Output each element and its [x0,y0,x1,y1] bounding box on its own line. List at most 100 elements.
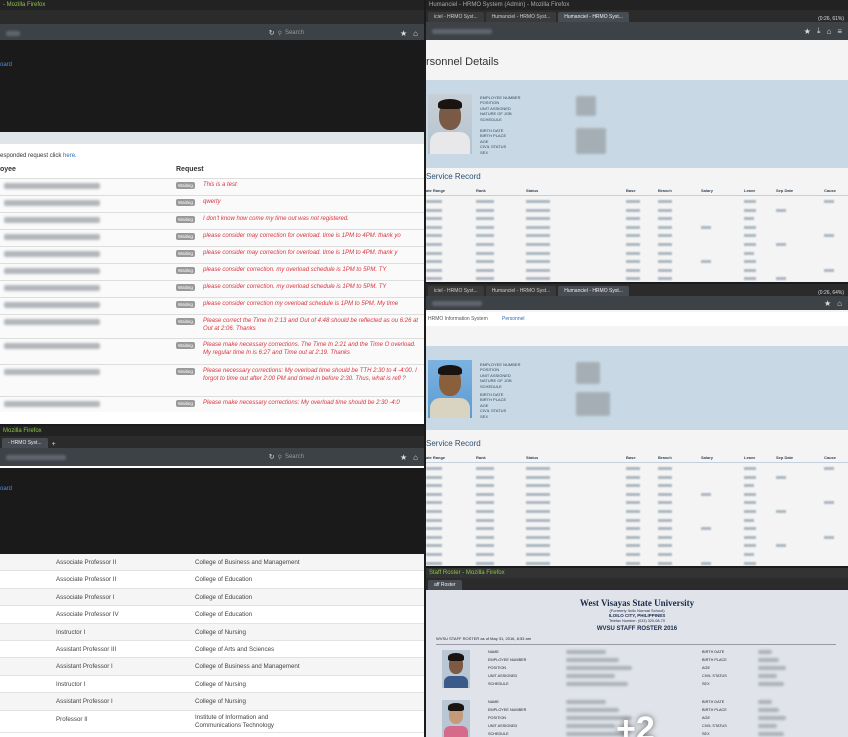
table-row[interactable]: Associate Professor II College of Educati… [0,571,424,589]
tab-2[interactable]: Humanciel - HRMO Syst... [485,12,557,22]
star-icon[interactable]: ★ [400,453,407,462]
search-placeholder: Search [284,454,304,460]
request-row[interactable]: Waiting Please make necessary corrections… [0,338,424,364]
url-bar[interactable] [432,300,482,306]
window-title: Mozilla Firefox [0,426,424,436]
university-sub3: Telefax Number: (033) 320-08-70 [609,619,665,623]
request-text: please consider may correction for overl… [203,233,401,239]
column-header: Status [526,188,539,193]
home-icon[interactable]: ⌂ [837,299,842,308]
college-cell: College of Education [195,611,253,619]
table-row[interactable]: Professor II Institute of Information and… [0,711,424,733]
field-label: CIVIL STATUS [702,674,727,678]
request-row[interactable]: Waiting qwerty [0,195,424,212]
field-label: NAME [488,700,499,704]
home-icon[interactable]: ⌂ [413,453,418,462]
field-label: UNIT ASSIGNED [488,674,518,678]
service-row [426,241,848,248]
tab-1[interactable]: iciel - HRMO Syst... [428,12,484,22]
service-row [426,474,848,481]
field-label: SCHEDULE [488,682,509,686]
table-row[interactable]: Associate Professor I College of Educatio… [0,588,424,607]
request-row[interactable]: Waiting please consider may correction fo… [0,229,424,246]
position-cell: Associate Professor IV [56,611,119,619]
here-link[interactable]: here. [63,153,77,159]
tab-2[interactable]: Humanciel - HRMO Syst... [485,286,557,296]
table-row[interactable]: Associate Professor IV College of Educati… [0,606,424,624]
divider [426,462,848,463]
field-label: EMPLOYEE NUMBER [488,708,527,712]
table-row[interactable]: Associate Professor II College of Busines… [0,554,424,572]
personnel-menu[interactable]: Personnel [502,316,525,322]
request-row[interactable]: Waiting please consider may correction fo… [0,246,424,263]
url-bar[interactable] [6,454,66,460]
field-label: SCHEDULE [480,383,502,389]
search-icon: ⚲ [277,30,282,37]
battery-status: (0:26, 61%) [818,16,844,22]
search-box[interactable]: ↻ ⚲ Search [269,453,304,461]
reload-icon[interactable]: ↻ [269,453,275,461]
request-row[interactable]: Waiting Please make necessary corrections… [0,396,424,412]
service-row [426,525,848,532]
reload-icon[interactable]: ↻ [269,29,275,37]
divider [426,195,848,196]
dashboard-link[interactable]: oard [0,62,12,68]
request-row[interactable]: Waiting Please correct the Time In 2:13 a… [0,314,424,338]
service-row [426,275,848,282]
request-row[interactable]: Waiting I don't know how come my time out… [0,212,424,229]
tab-3[interactable]: Humanciel - HRMO Syst... [558,12,629,22]
service-row [426,542,848,549]
url-bar[interactable] [6,30,20,36]
status-badge: Waiting [176,342,195,349]
request-row[interactable]: Waiting please consider correction. my ov… [0,263,424,280]
request-text: please consider correction. my overload … [203,267,387,273]
labels-a: EMPLOYEE NUMBER POSITION UNIT ASSIGNED NATU… [480,362,520,389]
more-images-count[interactable]: +2 [616,710,655,737]
employee-name-redacted [4,343,100,349]
tab-1[interactable]: - HRMO Syst... [2,438,48,448]
request-text: I don't know how come my time out was no… [203,216,349,222]
redacted-value [758,716,786,720]
tab-3[interactable]: Humanciel - HRMO Syst... [558,286,629,296]
field-label: EMPLOYEE NUMBER [488,658,527,662]
star-icon[interactable]: ★ [400,29,407,38]
menu-icon[interactable]: ≡ [837,27,842,36]
nav-toolbar: ★ ⌂ [426,296,848,310]
column-header: Leave [744,188,756,193]
table-row[interactable]: Instructor I College of Nursing [0,623,424,641]
college-cell: College of Arts and Sciences [195,645,275,653]
tab-1[interactable]: iciel - HRMO Syst... [428,286,484,296]
star-icon[interactable]: ★ [824,299,831,308]
field-label: SEX [480,149,489,155]
home-icon[interactable]: ⌂ [413,29,418,38]
redacted-value [758,732,784,736]
field-label: BIRTH PLACE [702,658,727,662]
status-badge: Waiting [176,199,195,206]
dashboard-link[interactable]: oard [0,486,12,492]
employee-name-redacted [4,183,100,189]
download-icon[interactable]: ⤓ [817,26,821,36]
table-row[interactable]: Assistant Professor III College of Arts a… [0,641,424,659]
new-tab-icon[interactable]: + [52,441,56,448]
request-row[interactable]: Waiting please consider correction. my ov… [0,280,424,297]
table-row[interactable]: Instructor I College of Nursing [0,676,424,694]
url-bar[interactable] [432,28,492,34]
redacted-value [758,724,777,728]
request-text: Please necessary corrections: My overloa… [203,368,417,382]
search-box[interactable]: ↻ ⚲ Search [269,29,304,37]
position-cell: Associate Professor I [56,593,115,601]
request-row[interactable]: Waiting Please necessary corrections: My … [0,364,424,396]
tab-bar: aff Roster [426,578,848,590]
field-label: POSITION [488,666,507,670]
request-text: qwerty [203,199,221,205]
table-row[interactable]: Assistant Professor I College of Nursing [0,693,424,711]
star-icon[interactable]: ★ [804,27,811,36]
request-row[interactable]: Waiting please consider correction my ove… [0,297,424,314]
position-cell: Professor II [56,715,88,723]
tab-1[interactable]: aff Roster [428,580,462,590]
home-icon[interactable]: ⌂ [826,27,831,36]
window-title: Humanciel - HRMO System (Admin) - Mozill… [426,0,848,10]
request-row[interactable]: Waiting This is a test [0,178,424,195]
table-row[interactable]: Assistant Professor I College of Business… [0,658,424,676]
field-label: UNIT ASSIGNED [488,724,518,728]
